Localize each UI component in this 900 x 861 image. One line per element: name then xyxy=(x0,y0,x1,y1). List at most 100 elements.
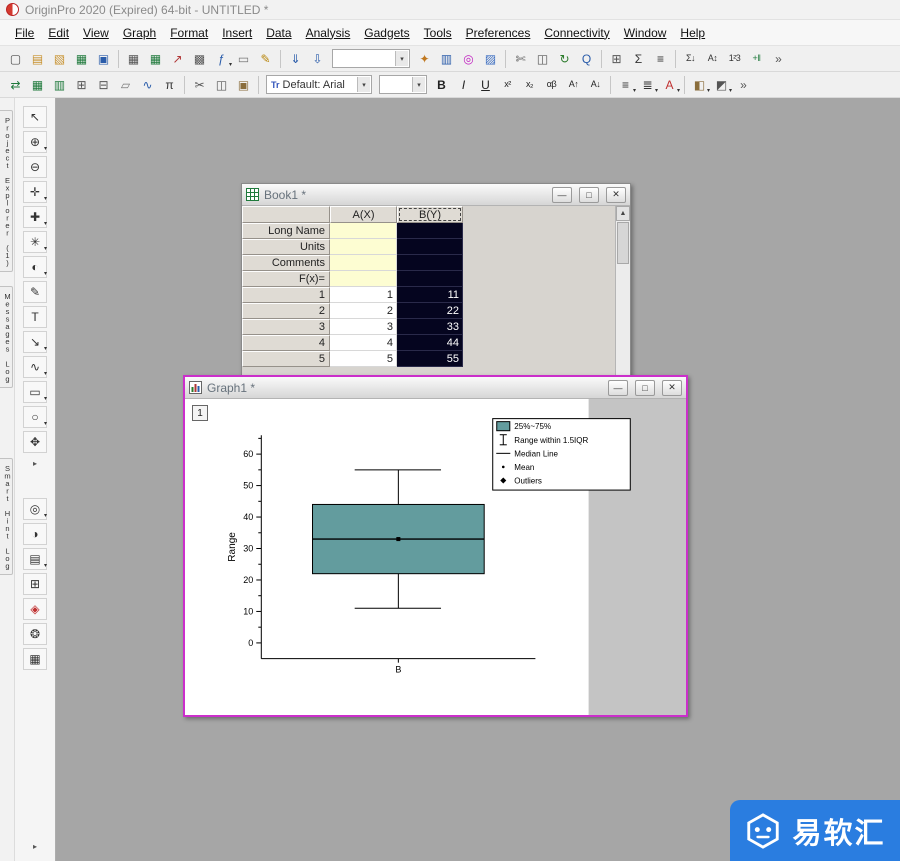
row-header[interactable]: 2 xyxy=(242,303,330,319)
more-standard-button[interactable]: » xyxy=(768,48,789,69)
cell-a[interactable] xyxy=(330,255,397,271)
new-notes-button[interactable]: ✎ xyxy=(255,48,276,69)
row-header[interactable]: F(x)= xyxy=(242,271,330,287)
cell-b[interactable] xyxy=(397,271,463,287)
cell-a[interactable]: 3 xyxy=(330,319,397,335)
layer-1-badge[interactable]: 1 xyxy=(192,405,208,421)
import-tool[interactable]: ◈ xyxy=(23,598,47,620)
remove-plot-button[interactable]: ▥ xyxy=(49,74,70,95)
save-project-button[interactable]: ▣ xyxy=(93,48,114,69)
duplicate-window-button[interactable]: ◫ xyxy=(532,48,553,69)
fill-color-button[interactable]: ◧▾ xyxy=(689,74,710,95)
insert-graph-button[interactable]: ▱ xyxy=(115,74,136,95)
set-column-values-button[interactable]: 1²3 xyxy=(724,48,745,69)
report-sheet-button[interactable]: ▥ xyxy=(436,48,457,69)
column-statistics-button[interactable]: Σ↓ xyxy=(680,48,701,69)
paste-button[interactable]: ▣ xyxy=(233,74,254,95)
chevron-down-icon[interactable]: ▾ xyxy=(412,77,425,92)
book1-close-button[interactable]: ✕ xyxy=(606,187,626,203)
cell-a[interactable] xyxy=(330,239,397,255)
find-button[interactable]: Q xyxy=(576,48,597,69)
italic-button[interactable]: I xyxy=(453,74,474,95)
font-combo[interactable]: TrDefault: Arial▾ xyxy=(266,75,372,94)
menu-help[interactable]: Help xyxy=(673,22,712,44)
greek-button[interactable]: αβ xyxy=(541,74,562,95)
row-header[interactable]: 1 xyxy=(242,287,330,303)
column-header-b[interactable]: B(Y) xyxy=(397,206,463,223)
cell-a[interactable]: 4 xyxy=(330,335,397,351)
hand-tool[interactable]: ✥ xyxy=(23,431,47,453)
tools-expand-icon[interactable]: ▸ xyxy=(27,456,43,470)
new-excel-button[interactable]: ▦ xyxy=(145,48,166,69)
curve-tool[interactable]: ∿▾ xyxy=(23,356,47,378)
zoom-pan-tool[interactable]: ✛▾ xyxy=(23,181,47,203)
book1-restore-button[interactable]: □ xyxy=(579,187,599,203)
copy-graph-button[interactable]: ✄ xyxy=(510,48,531,69)
menu-preferences[interactable]: Preferences xyxy=(459,22,538,44)
new-graph-button[interactable]: ↗ xyxy=(167,48,188,69)
menu-connectivity[interactable]: Connectivity xyxy=(537,22,616,44)
cell-b[interactable]: 33 xyxy=(397,319,463,335)
menu-format[interactable]: Format xyxy=(163,22,215,44)
new-workbook-button[interactable]: ▦ xyxy=(123,48,144,69)
menu-graph[interactable]: Graph xyxy=(116,22,163,44)
new-matrix-button[interactable]: ▩ xyxy=(189,48,210,69)
graph-canvas[interactable]: 0102030405060RangeB25%~75%Range within 1… xyxy=(185,399,686,715)
cell-b[interactable] xyxy=(397,239,463,255)
graph1-titlebar[interactable]: Graph1 * — □ ✕ xyxy=(185,377,686,399)
add-plot-button[interactable]: ▦ xyxy=(27,74,48,95)
cell-a[interactable] xyxy=(330,271,397,287)
book1-corner-cell[interactable] xyxy=(242,206,330,223)
menu-window[interactable]: Window xyxy=(617,22,674,44)
rescale-tool[interactable]: ◎▾ xyxy=(23,498,47,520)
border-style-button[interactable]: ◩▾ xyxy=(711,74,732,95)
link-tool[interactable]: ❂ xyxy=(23,623,47,645)
cell-b[interactable]: 44 xyxy=(397,335,463,351)
menu-edit[interactable]: Edit xyxy=(41,22,76,44)
mask-tool[interactable]: ✎ xyxy=(23,281,47,303)
screen-reader-tool[interactable]: ✚▾ xyxy=(23,206,47,228)
increase-font-button[interactable]: A↑ xyxy=(563,74,584,95)
chevron-down-icon[interactable]: ▾ xyxy=(395,51,408,66)
cell-b[interactable] xyxy=(397,255,463,271)
graph1-window[interactable]: Graph1 * — □ ✕ 0102030405060RangeB25%~75… xyxy=(183,375,688,717)
menu-view[interactable]: View xyxy=(76,22,116,44)
new-function-plot-button[interactable]: ƒ▾ xyxy=(211,48,232,69)
insert-matrix-tool[interactable]: ⊞ xyxy=(23,573,47,595)
import-filter-combo[interactable]: ▾ xyxy=(332,49,410,68)
graph1-close-button[interactable]: ✕ xyxy=(662,380,682,396)
arrow-tool[interactable]: ↘▾ xyxy=(23,331,47,353)
graph1-minimize-button[interactable]: — xyxy=(608,380,628,396)
open-excel-button[interactable]: ▦ xyxy=(71,48,92,69)
project-explorer-button[interactable]: ⊞ xyxy=(606,48,627,69)
statistics-on-rows-button[interactable]: ⊟ xyxy=(93,74,114,95)
superscript-button[interactable]: x² xyxy=(497,74,518,95)
more-format-button[interactable]: » xyxy=(733,74,754,95)
font-size-combo[interactable]: ▾ xyxy=(379,75,427,94)
docked-tab-project-explorer-1[interactable]: Project Explorer (1) xyxy=(0,110,13,272)
cell-a[interactable]: 1 xyxy=(330,287,397,303)
cell-b[interactable]: 11 xyxy=(397,287,463,303)
data-reader-tool[interactable]: ✳▾ xyxy=(23,231,47,253)
copy-button[interactable]: ◫ xyxy=(211,74,232,95)
subscript-button[interactable]: x₂ xyxy=(519,74,540,95)
menu-gadgets[interactable]: Gadgets xyxy=(357,22,416,44)
cell-a[interactable]: 5 xyxy=(330,351,397,367)
new-layout-button[interactable]: ▭ xyxy=(233,48,254,69)
results-log-button[interactable]: Σ xyxy=(628,48,649,69)
font-color-button[interactable]: A▾ xyxy=(659,74,680,95)
worksheet-query-button[interactable]: ⊞ xyxy=(71,74,92,95)
menu-tools[interactable]: Tools xyxy=(417,22,459,44)
zoom-in-tool[interactable]: ⊕▾ xyxy=(23,131,47,153)
alignment-button[interactable]: ≡▾ xyxy=(615,74,636,95)
underline-button[interactable]: U xyxy=(475,74,496,95)
cell-b[interactable] xyxy=(397,223,463,239)
graph1-restore-button[interactable]: □ xyxy=(635,380,655,396)
row-header[interactable]: Units xyxy=(242,239,330,255)
insert-worksheet-tool[interactable]: ▤▾ xyxy=(23,548,47,570)
sort-column-button[interactable]: A↕ xyxy=(702,48,723,69)
digitizer-button[interactable]: ◎ xyxy=(458,48,479,69)
row-header[interactable]: 3 xyxy=(242,319,330,335)
cell-a[interactable]: 2 xyxy=(330,303,397,319)
import-single-ascii-button[interactable]: ⇩ xyxy=(307,48,328,69)
